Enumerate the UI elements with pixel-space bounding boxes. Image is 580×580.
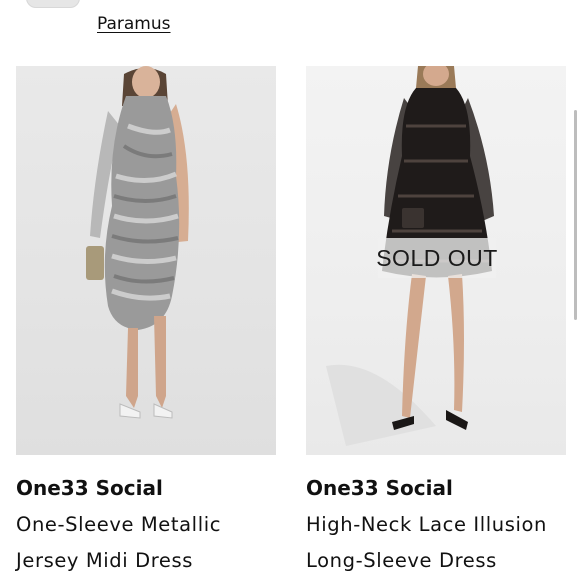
product-brand[interactable]: One33 Social: [16, 477, 163, 499]
sold-out-overlay: SOLD OUT: [376, 238, 498, 278]
product-title-line-2[interactable]: Jersey Midi Dress: [16, 550, 193, 572]
product-title-line-1[interactable]: One-Sleeve Metallic: [16, 514, 221, 536]
product-grid-page: Paramus One33 Social One-Sleeve Metallic…: [0, 0, 580, 580]
product-brand[interactable]: One33 Social: [306, 477, 453, 499]
toggle-switch[interactable]: [26, 0, 80, 8]
product-title-line-1[interactable]: High-Neck Lace Illusion: [306, 514, 547, 536]
product-card[interactable]: SOLD OUT One33 Social High-Neck Lace Ill…: [306, 66, 566, 572]
product-image[interactable]: [16, 66, 276, 455]
scrollbar-thumb[interactable]: [574, 110, 577, 320]
store-location-link[interactable]: Paramus: [97, 13, 171, 35]
silver-dress-photo: [86, 66, 189, 419]
product-card[interactable]: One33 Social One-Sleeve Metallic Jersey …: [16, 66, 276, 572]
product-title-line-2[interactable]: Long-Sleeve Dress: [306, 550, 497, 572]
product-image[interactable]: SOLD OUT: [306, 66, 566, 455]
sold-out-label: SOLD OUT: [376, 244, 498, 271]
